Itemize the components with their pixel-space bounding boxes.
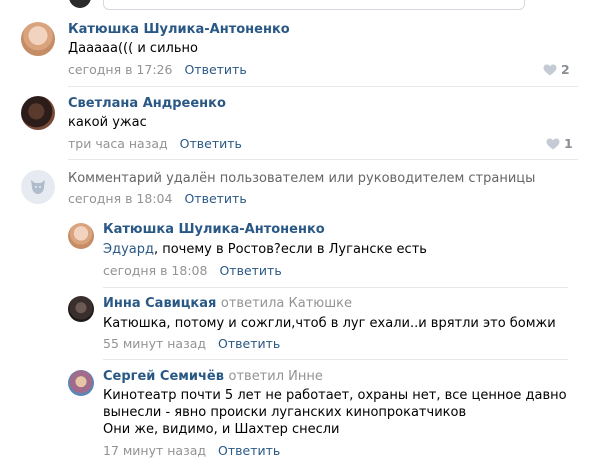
avatar[interactable] xyxy=(68,296,94,322)
reply-author[interactable]: Катюшка Шулика-Антоненко xyxy=(103,222,325,237)
comment-author[interactable]: Светлана Андреенко xyxy=(68,96,226,111)
comment-text: какой ужас xyxy=(68,115,147,130)
heart-icon xyxy=(543,64,557,75)
like-button[interactable]: 1 xyxy=(546,136,573,151)
comment-meta: три часа назад Ответить xyxy=(68,136,242,151)
reply-button[interactable]: Ответить xyxy=(219,263,281,278)
like-count: 1 xyxy=(564,136,573,151)
divider xyxy=(68,159,578,160)
reply-author-name[interactable]: Инна Савицкая xyxy=(103,296,216,311)
reply-button[interactable]: Ответить xyxy=(184,191,246,206)
reply-text-line: Они же, видимо, и Шахтер снесли xyxy=(103,422,340,437)
like-count: 2 xyxy=(561,62,570,77)
reply-time[interactable]: 55 минут назад xyxy=(103,336,206,351)
avatar[interactable] xyxy=(68,223,94,249)
divider xyxy=(68,86,578,87)
comment-author[interactable]: Катюшка Шулика-Антоненко xyxy=(68,22,290,37)
comment-text: Дааааа((( и сильно xyxy=(68,41,198,56)
reply-button[interactable]: Ответить xyxy=(218,336,280,351)
reply-meta: 17 минут назад Ответить xyxy=(103,443,280,458)
reply-author: Инна Савицкая ответила Катюшке xyxy=(103,296,352,311)
reply-text: Эдуард, почему в Ростов?если в Луганске … xyxy=(103,241,427,258)
comment-time[interactable]: сегодня в 17:26 xyxy=(68,62,172,77)
reply-body: , почему в Ростов?если в Луганске есть xyxy=(153,242,427,257)
reply-text-line: вынесли - явно происки луганских кинопро… xyxy=(103,405,467,420)
user-avatar xyxy=(69,0,91,8)
comment-meta: сегодня в 18:04 Ответить xyxy=(68,191,247,206)
reply-button[interactable]: Ответить xyxy=(180,136,242,151)
comment-composer-top xyxy=(0,0,600,14)
avatar[interactable] xyxy=(21,96,55,130)
reply-to-label[interactable]: ответила Катюшке xyxy=(221,296,352,311)
reply-author: Сергей Семичёв ответил Инне xyxy=(103,369,323,384)
reply-button[interactable]: Ответить xyxy=(218,443,280,458)
mention-link[interactable]: Эдуард xyxy=(103,242,154,257)
reply-meta: сегодня в 18:08 Ответить xyxy=(103,263,282,278)
divider xyxy=(103,287,568,288)
heart-icon xyxy=(546,138,560,149)
comment-time[interactable]: сегодня в 18:04 xyxy=(68,191,172,206)
comment-input[interactable] xyxy=(103,0,525,10)
reply-button[interactable]: Ответить xyxy=(184,62,246,77)
comment-meta: сегодня в 17:26 Ответить xyxy=(68,62,247,77)
deleted-avatar xyxy=(21,170,55,204)
like-button[interactable]: 2 xyxy=(543,62,570,77)
reply-time[interactable]: сегодня в 18:08 xyxy=(103,263,207,278)
comment-time[interactable]: три часа назад xyxy=(68,136,168,151)
reply-time[interactable]: 17 минут назад xyxy=(103,443,206,458)
dog-icon xyxy=(31,180,45,194)
reply-meta: 55 минут назад Ответить xyxy=(103,336,280,351)
reply-author-name[interactable]: Сергей Семичёв xyxy=(103,369,224,384)
reply-text: Катюшка, потому и сожгли,чтоб в луг ехал… xyxy=(103,316,556,331)
deleted-comment-text: Комментарий удалён пользователем или рук… xyxy=(68,171,536,186)
avatar[interactable] xyxy=(21,22,55,56)
avatar[interactable] xyxy=(68,370,94,396)
divider xyxy=(103,359,568,360)
reply-to-label[interactable]: ответил Инне xyxy=(229,369,323,384)
reply-text-line: Кинотеатр почти 5 лет не работает, охран… xyxy=(103,388,567,403)
